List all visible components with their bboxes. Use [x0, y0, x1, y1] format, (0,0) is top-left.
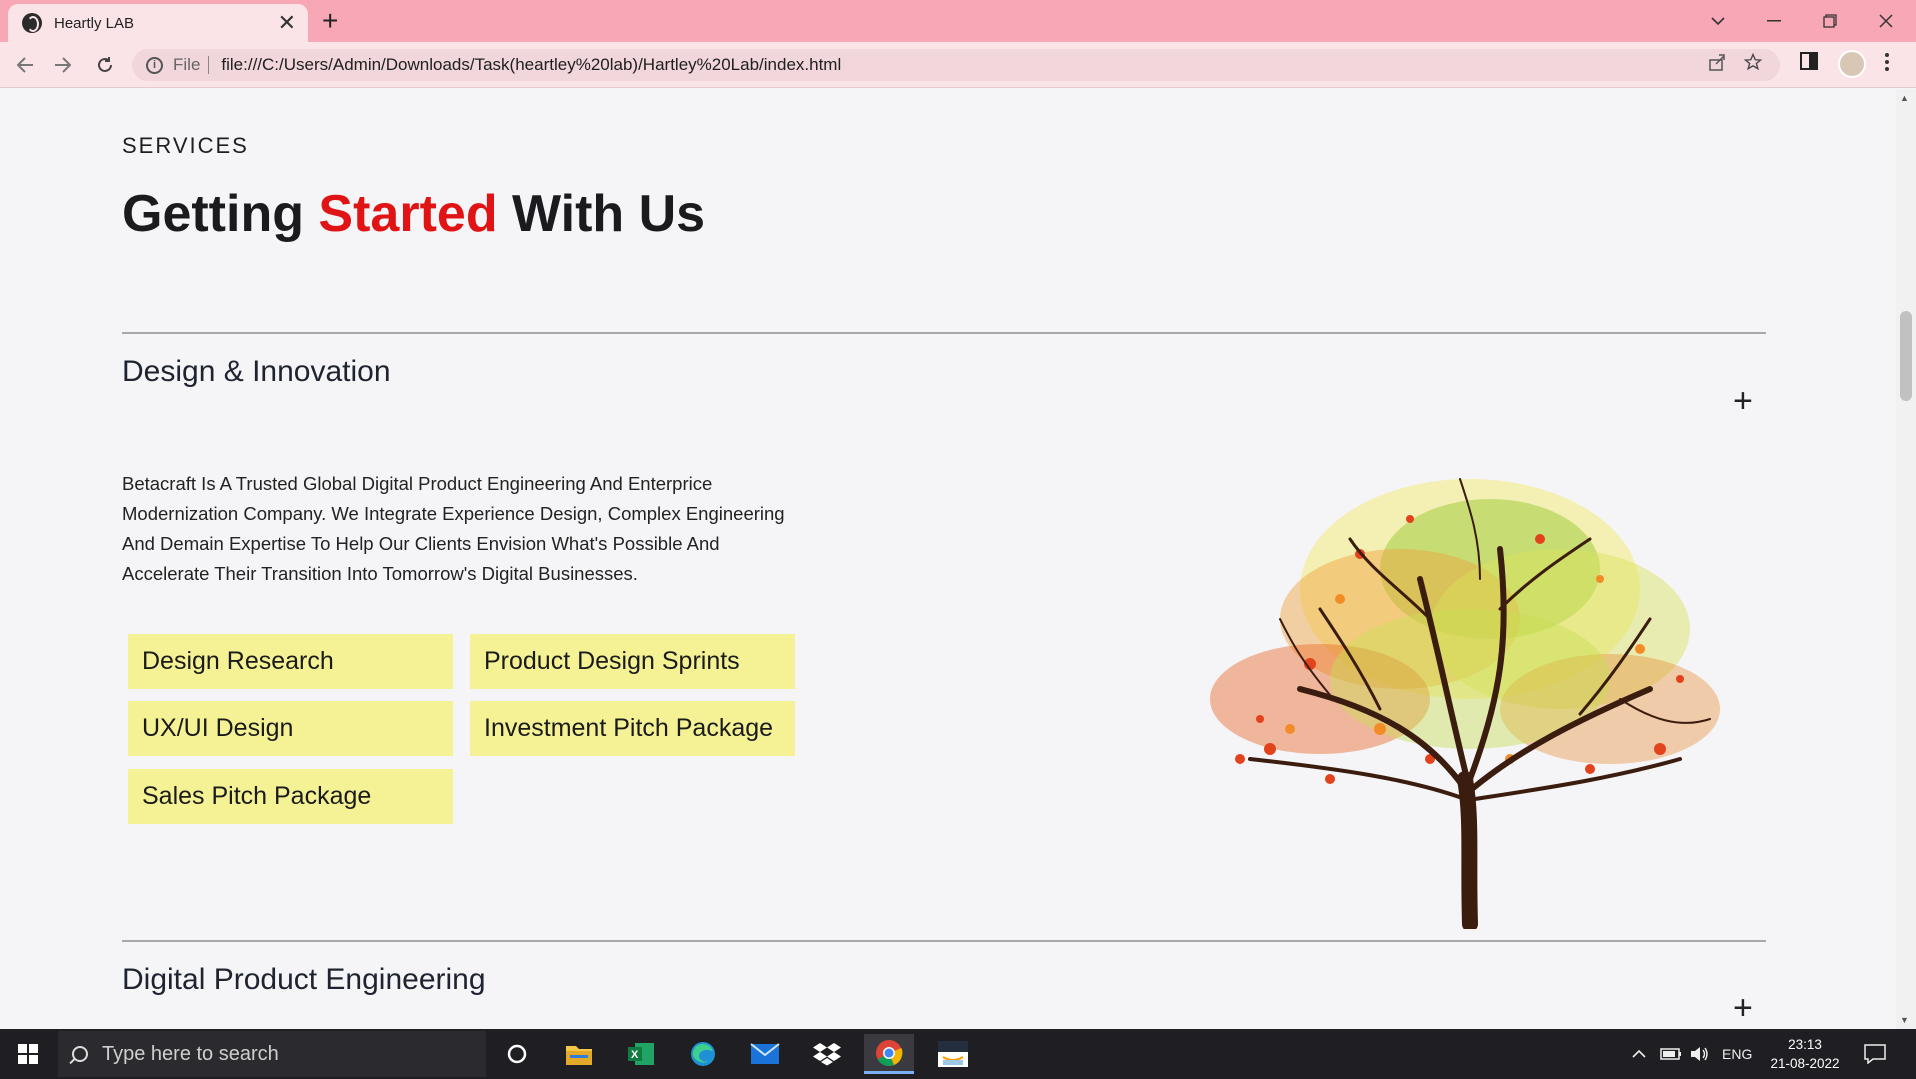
restore-icon[interactable] [1802, 4, 1858, 38]
taskbar-clock[interactable]: 23:13 21-08-2022 [1768, 1035, 1842, 1073]
amazon-icon[interactable] [928, 1034, 978, 1074]
url-scheme-label: File [173, 55, 201, 74]
page-scrollbar[interactable]: ▲ ▼ [1896, 89, 1916, 1029]
side-panel-icon[interactable] [1800, 52, 1818, 76]
tray-overflow-icon[interactable] [1632, 1029, 1646, 1079]
mail-icon[interactable] [740, 1034, 790, 1074]
section-description: Betacraft Is A Trusted Global Digital Pr… [122, 473, 785, 584]
cortana-icon[interactable] [492, 1034, 542, 1074]
section-eyebrow: SERVICES [122, 133, 249, 158]
share-icon[interactable] [1708, 53, 1726, 77]
accordion-title-design-innovation[interactable]: Design & Innovation [122, 355, 391, 389]
title-accent: Started [318, 185, 498, 243]
page-viewport: SERVICES Getting Started With Us Design … [0, 89, 1896, 1029]
service-chip-ux-ui-design[interactable]: UX/UI Design [128, 701, 453, 756]
back-icon[interactable] [10, 50, 40, 80]
service-chip-investment-pitch-package[interactable]: Investment Pitch Package [470, 701, 795, 756]
svg-text:X: X [631, 1049, 639, 1061]
scrollbar-thumb[interactable] [1900, 311, 1912, 401]
chrome-icon[interactable] [864, 1034, 914, 1074]
windows-taskbar: Type here to search X ENG 23:13 21-08-20… [0, 1029, 1916, 1079]
notification-icon[interactable] [1864, 1029, 1886, 1079]
profile-avatar[interactable] [1838, 50, 1866, 78]
scroll-up-icon[interactable]: ▲ [1900, 93, 1909, 103]
service-chip-design-research[interactable]: Design Research [128, 634, 453, 689]
reload-icon[interactable] [90, 50, 120, 80]
windows-start-icon[interactable] [0, 1029, 56, 1079]
browser-toolbar: i File file:///C:/Users/Admin/Downloads/… [0, 42, 1916, 88]
volume-icon[interactable] [1690, 1029, 1710, 1079]
scroll-down-icon[interactable]: ▼ [1900, 1015, 1909, 1025]
clock-date: 21-08-2022 [1770, 1056, 1840, 1071]
star-icon[interactable] [1743, 52, 1763, 77]
url-separator [208, 56, 210, 74]
service-chip-sales-pitch-package[interactable]: Sales Pitch Package [128, 769, 453, 824]
address-bar[interactable]: i File file:///C:/Users/Admin/Downloads/… [132, 49, 1780, 81]
globe-icon [22, 13, 42, 33]
accordion-title-digital-product-engineering[interactable]: Digital Product Engineering [122, 963, 486, 997]
service-chip-product-design-sprints[interactable]: Product Design Sprints [470, 634, 795, 689]
expand-plus-icon[interactable]: + [1733, 384, 1753, 418]
dropbox-icon[interactable] [802, 1034, 852, 1074]
browser-tab[interactable]: Heartly LAB ✕ [8, 4, 308, 42]
accordion-divider [122, 332, 1766, 334]
search-placeholder: Type here to search [102, 1042, 279, 1065]
tab-strip: Heartly LAB ✕ + [0, 0, 1916, 42]
tab-title: Heartly LAB [54, 14, 135, 32]
battery-icon[interactable] [1660, 1029, 1682, 1079]
clock-time: 23:13 [1788, 1037, 1822, 1052]
edge-icon[interactable] [678, 1034, 728, 1074]
title-part-1: Getting [122, 185, 319, 243]
minimize-icon[interactable] [1746, 4, 1802, 38]
search-icon [72, 1046, 88, 1062]
tab-search-icon[interactable] [1690, 4, 1746, 38]
title-part-2: With Us [497, 185, 706, 243]
page-title: Getting Started With Us [122, 184, 705, 244]
forward-icon[interactable] [48, 50, 78, 80]
new-tab-button[interactable]: + [322, 6, 338, 36]
url-text[interactable]: file:///C:/Users/Admin/Downloads/Task(he… [221, 55, 1708, 75]
tab-close-button[interactable]: ✕ [278, 12, 296, 34]
expand-plus-icon[interactable]: + [1733, 991, 1753, 1025]
taskbar-search-box[interactable]: Type here to search [58, 1031, 486, 1077]
language-indicator[interactable]: ENG [1722, 1029, 1752, 1079]
menu-icon[interactable] [1884, 52, 1890, 78]
close-icon[interactable] [1858, 4, 1914, 38]
accordion-divider [122, 940, 1766, 942]
excel-icon[interactable]: X [616, 1034, 666, 1074]
file-explorer-icon[interactable] [554, 1034, 604, 1074]
info-icon[interactable]: i [146, 56, 163, 74]
autumn-tree-illustration [1210, 478, 1720, 929]
